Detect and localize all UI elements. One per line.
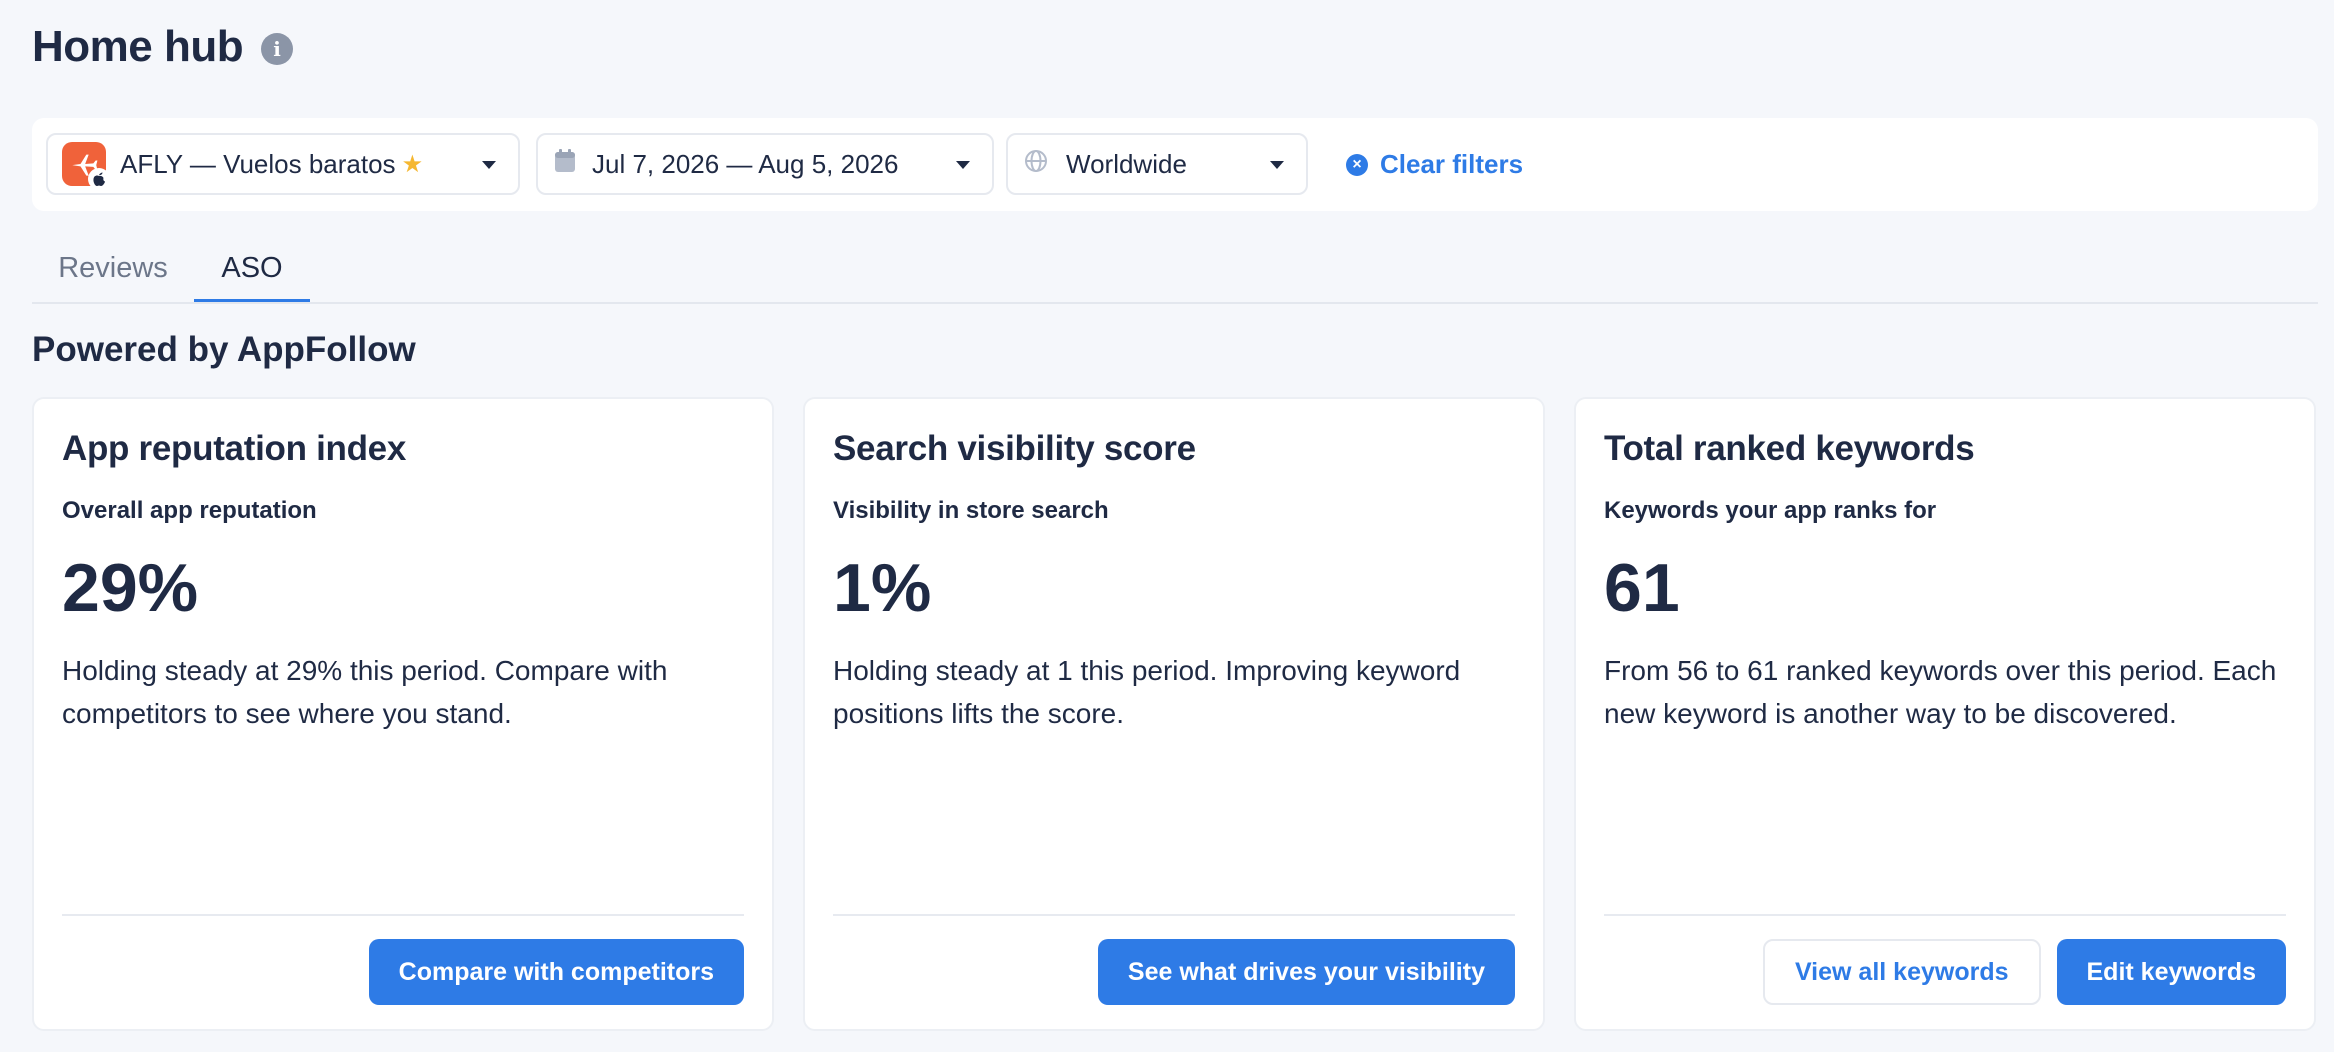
ranked-keywords-card: Total ranked keywords Keywords your app … [1574,397,2316,1031]
region-value: Worldwide [1066,148,1187,179]
card-subtitle: Keywords your app ranks for [1604,497,1937,524]
card-value: 61 [1604,550,1680,626]
card-subtitle: Overall app reputation [62,497,317,524]
filter-bar: AFLY — Vuelos baratos ★ Jul 7, 2026 — Au… [32,118,2318,211]
card-actions: View all keywords Edit keywords [1762,939,2286,1005]
divider [1604,914,2286,916]
view-all-keywords-button[interactable]: View all keywords [1762,939,2041,1005]
card-description: Holding steady at 1 this period. Improvi… [833,655,1461,729]
card-value: 1% [833,550,932,626]
close-circle-icon: × [1346,153,1368,176]
tab-aso[interactable]: ASO [194,240,310,302]
search-visibility-card: Search visibility score Visibility in st… [803,397,1545,1031]
clear-filters-button[interactable]: × Clear filters [1346,149,1523,180]
tab-bar: Reviews ASO [32,240,2318,304]
app-name: AFLY — Vuelos baratos [120,148,396,179]
card-actions: See what drives your visibility [1097,939,1515,1005]
app-reputation-card: App reputation index Overall app reputat… [32,397,774,1031]
date-range-value: Jul 7, 2026 — Aug 5, 2026 [592,148,899,179]
compare-with-competitors-button[interactable]: Compare with competitors [368,939,744,1005]
apple-icon [88,168,110,190]
region-selector[interactable]: Worldwide [1006,133,1308,195]
page-title: Home hub [32,22,244,71]
card-title: App reputation index [62,429,407,468]
chevron-down-icon [482,161,496,169]
see-visibility-drivers-button[interactable]: See what drives your visibility [1097,939,1515,1005]
plane-icon [62,142,110,190]
globe-icon [1024,149,1048,180]
divider [833,914,1515,916]
card-title: Total ranked keywords [1604,429,1975,468]
date-range-picker[interactable]: Jul 7, 2026 — Aug 5, 2026 [536,133,994,195]
calendar-icon [554,148,576,180]
info-icon[interactable]: i [261,33,294,65]
card-subtitle: Visibility in store search [833,497,1109,524]
card-actions: Compare with competitors [368,939,744,1005]
app-selector[interactable]: AFLY — Vuelos baratos ★ [46,133,520,195]
section-title: Powered by AppFollow [32,330,416,369]
clear-filters-label: Clear filters [1380,149,1524,179]
card-description: Holding steady at 29% this period. Compa… [62,655,668,729]
card-description: From 56 to 61 ranked keywords over this … [1604,655,2277,729]
divider [62,914,744,916]
chevron-down-icon [1270,161,1284,169]
chevron-down-icon [956,161,970,169]
card-value: 29% [62,550,199,626]
page-header: Home hub i [32,22,294,72]
tab-reviews[interactable]: Reviews [32,240,194,302]
star-icon: ★ [401,150,424,178]
edit-keywords-button[interactable]: Edit keywords [2056,939,2286,1005]
card-title: Search visibility score [833,429,1196,468]
